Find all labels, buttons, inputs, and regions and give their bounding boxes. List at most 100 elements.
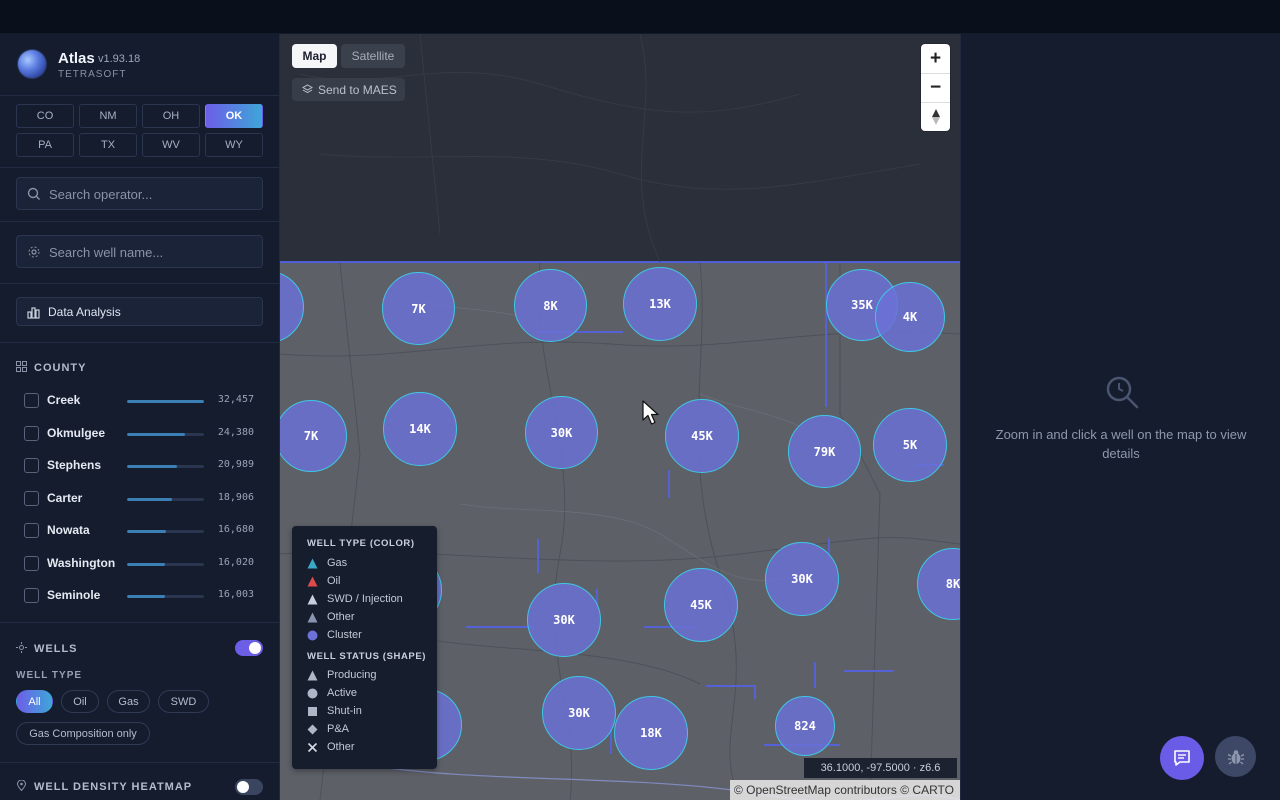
county-section-header[interactable]: COUNTY <box>16 361 86 374</box>
county-row[interactable]: Washington 16,020 <box>24 553 256 575</box>
county-bar-fill <box>127 530 167 533</box>
county-line <box>668 470 670 498</box>
heatmap-section-header: WELL DENSITY HEATMAP <box>16 780 192 793</box>
county-count: 16,680 <box>217 524 254 535</box>
well-cluster[interactable]: 8K <box>514 269 587 342</box>
well-cluster[interactable]: 45K <box>664 568 738 642</box>
circle-icon <box>307 688 318 699</box>
county-checkbox[interactable] <box>24 523 39 538</box>
county-row[interactable]: Carter 18,906 <box>24 488 256 510</box>
app-name: Atlas <box>58 50 95 67</box>
state-button-pa[interactable]: PA <box>16 133 74 157</box>
send-to-maes-label: Send to MAES <box>318 83 397 97</box>
state-button-co[interactable]: CO <box>16 104 74 128</box>
county-checkbox[interactable] <box>24 458 39 473</box>
map-view[interactable]: 7K 8K 13K 35K 4K 7K 14K 30K 45K 79K 5K 3… <box>280 34 960 800</box>
map-attribution[interactable]: © OpenStreetMap contributors © CARTO <box>730 780 960 800</box>
county-checkbox[interactable] <box>24 393 39 408</box>
data-analysis-button[interactable]: Data Analysis <box>16 297 263 326</box>
county-name: Carter <box>47 490 83 505</box>
chat-button[interactable] <box>1160 736 1204 780</box>
county-row[interactable]: Stephens 20,989 <box>24 455 256 477</box>
x-icon <box>307 742 318 753</box>
send-to-maes-button[interactable]: Send to MAES <box>292 78 405 101</box>
well-type-chip-swd[interactable]: SWD <box>158 690 209 713</box>
bar-chart-icon <box>27 307 40 319</box>
state-button-ok[interactable]: OK <box>205 104 263 128</box>
search-well-input[interactable]: Search well name... <box>16 235 263 268</box>
sun-icon <box>16 642 27 653</box>
chat-icon <box>1174 750 1190 766</box>
tab-map[interactable]: Map <box>292 44 337 68</box>
toggle-knob <box>237 781 249 793</box>
legend-item-swd: SWD / Injection <box>307 593 432 607</box>
well-type-chip-all[interactable]: All <box>16 690 53 713</box>
well-type-chip-gas[interactable]: Gas <box>107 690 150 713</box>
heatmap-title: WELL DENSITY HEATMAP <box>34 781 193 793</box>
well-cluster[interactable]: 5K <box>873 408 947 482</box>
well-cluster[interactable]: 79K <box>788 415 861 488</box>
triangle-icon <box>307 612 318 623</box>
county-checkbox[interactable] <box>24 555 39 571</box>
map-legend: WELL TYPE (COLOR) Gas Oil SWD / Injectio… <box>292 526 437 769</box>
well-cluster[interactable]: 7K <box>382 272 455 345</box>
county-row[interactable]: Creek 32,457 <box>24 390 256 412</box>
tab-satellite[interactable]: Satellite <box>341 44 405 68</box>
county-line <box>706 685 756 687</box>
triangle-icon <box>307 576 318 587</box>
well-cluster[interactable]: 45K <box>665 399 739 473</box>
state-button-nm[interactable]: NM <box>79 104 137 128</box>
county-row[interactable]: Nowata 16,680 <box>24 520 256 542</box>
state-button-oh[interactable]: OH <box>142 104 200 128</box>
legend-well-type-title: WELL TYPE (COLOR) <box>307 538 415 549</box>
well-cluster[interactable]: 14K <box>383 392 457 466</box>
county-bar <box>127 432 204 436</box>
state-button-wv[interactable]: WV <box>142 133 200 157</box>
state-button-wy[interactable]: WY <box>205 133 263 157</box>
diamond-icon <box>307 724 318 735</box>
well-cluster[interactable]: 30K <box>525 396 598 469</box>
zoom-out-button[interactable]: − <box>921 73 950 102</box>
gas-composition-chip[interactable]: Gas Composition only <box>16 722 150 745</box>
wells-title: WELLS <box>34 643 78 655</box>
search-operator-input[interactable]: Search operator... <box>16 177 263 210</box>
well-cluster[interactable]: 824 <box>775 696 835 756</box>
coordinate-readout: 36.1000, -97.5000 · z6.6 <box>804 758 957 778</box>
divider <box>0 167 279 168</box>
well-cluster[interactable]: 13K <box>623 267 697 341</box>
bug-report-button[interactable] <box>1215 736 1256 777</box>
county-name: Seminole <box>47 588 101 602</box>
triangle-icon <box>307 594 318 605</box>
well-cluster[interactable]: 4K <box>875 282 945 352</box>
well-cluster[interactable]: 30K <box>527 583 601 657</box>
details-panel: Zoom in and click a well on the map to v… <box>960 34 1280 800</box>
well-type-label: WELL TYPE <box>16 670 83 681</box>
divider <box>0 283 279 284</box>
compass-reset-button[interactable] <box>921 102 950 131</box>
legend-item-other-type: Other <box>307 611 432 625</box>
county-checkbox[interactable] <box>24 425 39 441</box>
legend-item-producing: Producing <box>307 669 432 683</box>
legend-item-shut-in: Shut-in <box>307 705 432 719</box>
app-version: v1.93.18 <box>98 53 141 65</box>
county-row[interactable]: Seminole 16,003 <box>24 585 256 607</box>
heatmap-toggle[interactable] <box>235 779 263 795</box>
wells-toggle[interactable] <box>235 640 263 656</box>
well-type-chip-oil[interactable]: Oil <box>61 690 99 713</box>
well-cluster[interactable]: 18K <box>614 696 688 770</box>
well-cluster[interactable]: 30K <box>542 676 616 750</box>
divider <box>0 221 279 222</box>
county-line <box>825 263 827 407</box>
wells-section-header: WELLS <box>16 642 78 655</box>
well-cluster[interactable]: 30K <box>765 542 839 616</box>
grid-icon <box>16 361 27 372</box>
county-checkbox[interactable] <box>24 490 39 506</box>
county-checkbox[interactable] <box>24 588 39 603</box>
county-line <box>466 626 534 628</box>
divider <box>0 95 279 96</box>
county-row[interactable]: Okmulgee 24,380 <box>24 423 256 445</box>
legend-item-pa: P&A <box>307 723 432 737</box>
state-button-tx[interactable]: TX <box>79 133 137 157</box>
zoom-in-button[interactable]: + <box>921 44 950 73</box>
county-name: Creek <box>47 393 81 407</box>
